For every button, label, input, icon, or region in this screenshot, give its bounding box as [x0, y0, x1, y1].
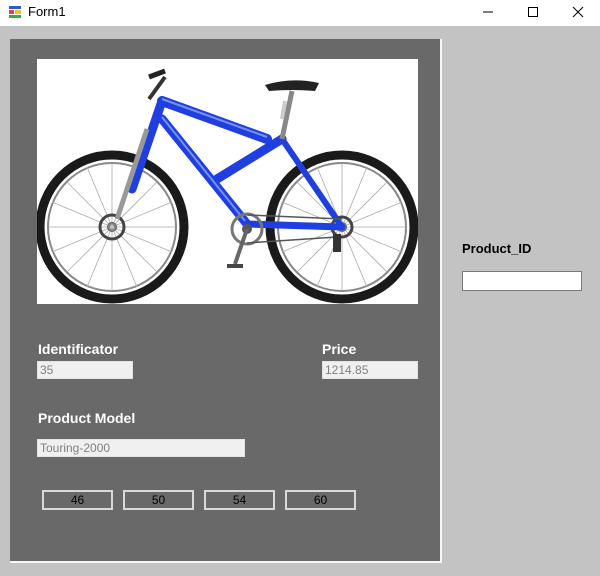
size-button-46[interactable]: 46 [42, 490, 113, 510]
title-bar[interactable]: Form1 [0, 0, 600, 26]
front-wheel [37, 150, 189, 304]
product-id-label: Product_ID [462, 241, 532, 256]
size-button-60[interactable]: 60 [285, 490, 356, 510]
product-id-input[interactable] [462, 271, 582, 291]
minimize-icon [483, 11, 493, 13]
minimize-button[interactable] [465, 0, 511, 24]
maximize-icon [528, 7, 538, 17]
identificator-label: Identificator [38, 341, 119, 357]
identificator-field[interactable]: 35 [37, 361, 133, 379]
form-app-icon [8, 5, 22, 19]
price-label: Price [322, 341, 357, 357]
maximize-button[interactable] [510, 0, 556, 24]
product-model-field[interactable]: Touring-2000 [37, 439, 245, 457]
size-button-54[interactable]: 54 [204, 490, 275, 510]
size-button-50[interactable]: 50 [123, 490, 194, 510]
product-picture [37, 59, 418, 304]
bicycle-image [37, 68, 418, 304]
close-button[interactable] [555, 0, 600, 24]
form-window: Form1 Identificator 35 Price 1214.85 Pro… [0, 0, 600, 576]
close-icon [572, 6, 584, 18]
product-panel: Identificator 35 Price 1214.85 Product M… [10, 39, 442, 563]
window-title: Form1 [28, 4, 66, 19]
product-model-label: Product Model [38, 410, 136, 426]
price-field[interactable]: 1214.85 [322, 361, 418, 379]
